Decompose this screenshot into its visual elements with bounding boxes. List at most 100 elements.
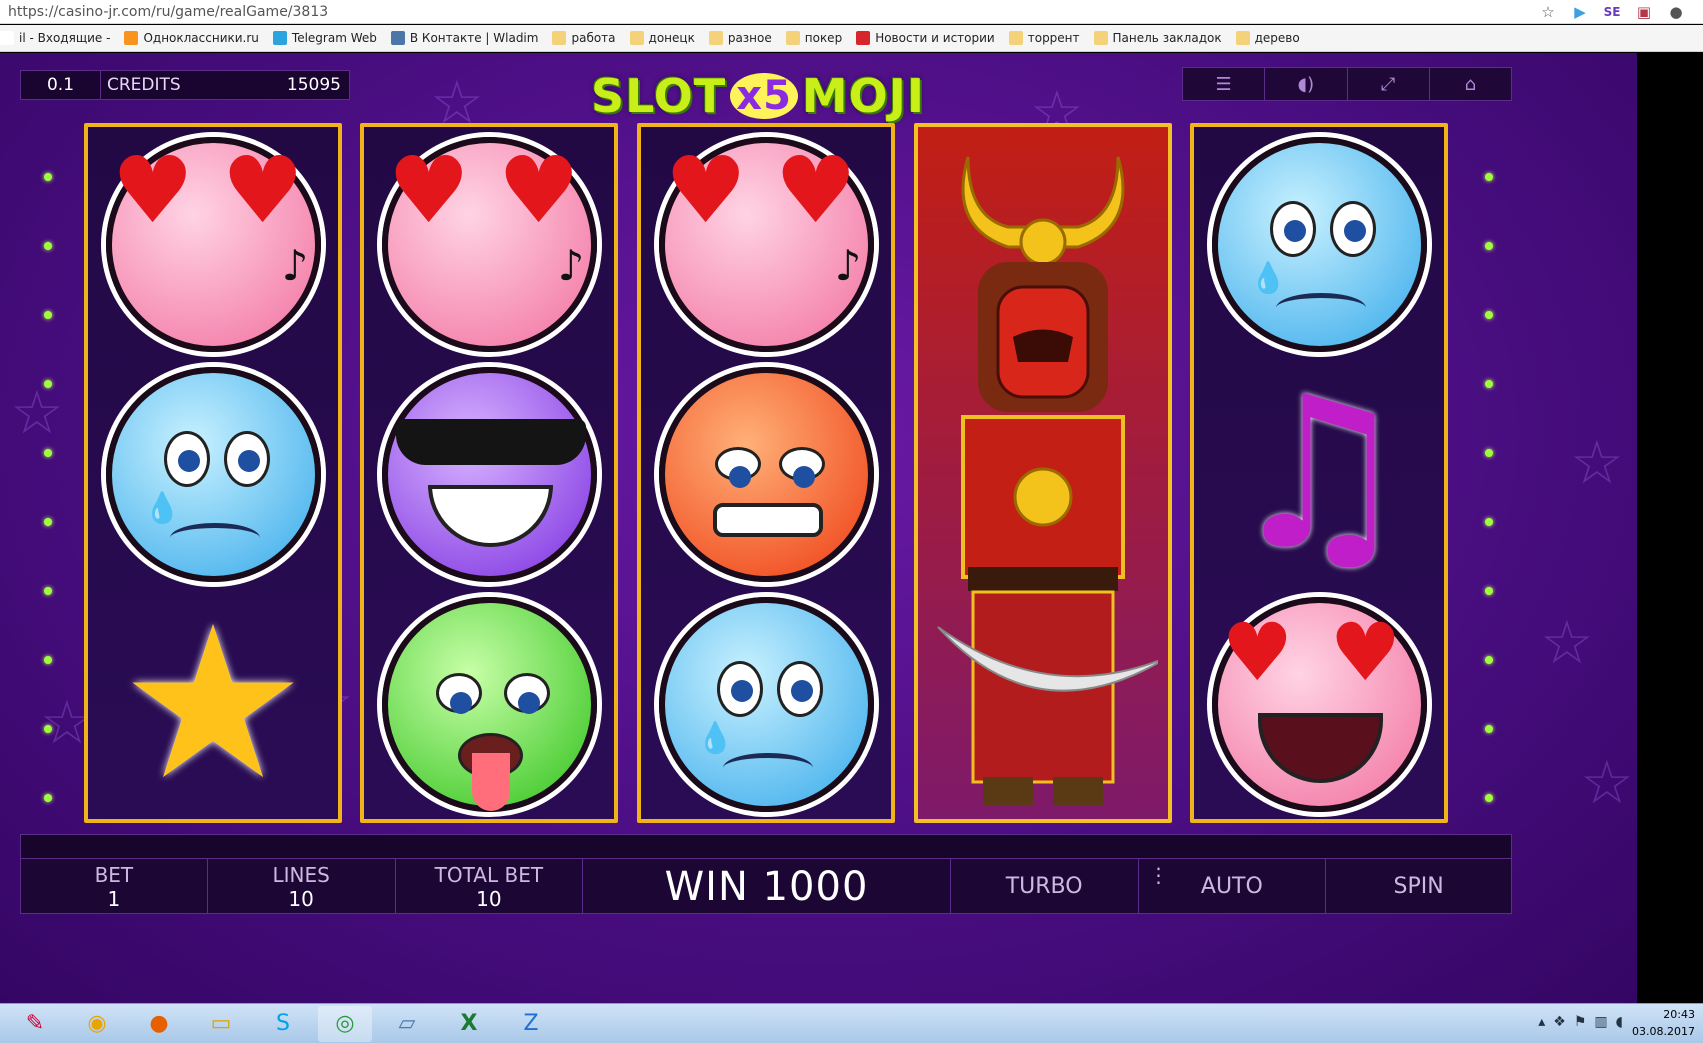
auto-button[interactable]: ⋮ AUTO <box>1139 859 1327 914</box>
bookmark-item[interactable]: Telegram Web <box>272 31 377 45</box>
payline-indicators-right <box>1485 173 1493 863</box>
payline-dot <box>1485 725 1493 733</box>
win-display: WIN 1000 <box>583 859 951 914</box>
profile-icon[interactable]: ● <box>1667 3 1685 21</box>
bookmark-item[interactable]: разное <box>708 31 772 45</box>
payline-dot <box>44 311 52 319</box>
bookmark-item[interactable]: Одноклассники.ru <box>124 31 259 45</box>
music-note-icon: ♪ <box>834 240 862 290</box>
screenshot-icon[interactable]: ▣ <box>1635 3 1653 21</box>
folder-icon <box>1093 31 1108 45</box>
payline-dot <box>1485 587 1493 595</box>
payline-dot <box>1485 656 1493 664</box>
heart-icon: ♥ <box>1221 605 1294 699</box>
lines-button[interactable]: LINES 10 <box>208 859 396 914</box>
fullscreen-button[interactable]: ⤢ <box>1348 68 1430 100</box>
bookmark-item[interactable]: работа <box>552 31 616 45</box>
folder-icon <box>629 31 644 45</box>
bookmark-item[interactable]: покер <box>785 31 842 45</box>
bookmark-item[interactable]: торрент <box>1008 31 1080 45</box>
telegram-icon <box>272 31 287 45</box>
tray-arrow-icon[interactable]: ▴ <box>1538 1014 1545 1030</box>
clock-time: 20:43 <box>1663 1008 1695 1021</box>
messenger-icon[interactable]: ◉ <box>70 1006 124 1042</box>
tear-icon: 💧 <box>143 490 181 526</box>
folder-icon <box>1235 31 1250 45</box>
bookmark-label: il - Входящие - <box>19 31 111 45</box>
turbo-button[interactable]: TURBO <box>951 859 1139 914</box>
logo-text-right: MOJI <box>801 69 926 123</box>
paint-icon[interactable]: ✎ <box>8 1006 62 1042</box>
logo-x5: x5 <box>730 73 798 119</box>
payline-dot <box>1485 518 1493 526</box>
bookmark-label: дерево <box>1254 31 1300 45</box>
folder-icon <box>1008 31 1023 45</box>
bookmark-item[interactable]: донецк <box>629 31 695 45</box>
volume-icon[interactable]: ◖ <box>1616 1014 1623 1030</box>
bookmark-item[interactable]: il - Входящие - <box>0 31 110 45</box>
bookmark-item[interactable]: дерево <box>1235 31 1300 45</box>
heart-icon: ♥ <box>497 136 580 244</box>
sad-face-symbol: 💧 <box>102 363 324 585</box>
firefox-icon[interactable]: ● <box>132 1006 186 1042</box>
payline-indicators-left <box>44 173 52 863</box>
bookmark-item[interactable]: Панель закладок <box>1093 31 1222 45</box>
bookmark-label: В Контакте | Wladim <box>409 31 539 45</box>
bookmark-item[interactable]: В Контакте | Wladim <box>390 31 539 45</box>
network-icon[interactable]: ▥ <box>1594 1014 1607 1030</box>
explorer-icon[interactable]: ▭ <box>194 1006 248 1042</box>
home-button[interactable]: ⌂ <box>1430 68 1511 100</box>
heart-icon: ♥ <box>221 136 304 244</box>
payline-dot <box>1485 794 1493 802</box>
url-text[interactable]: https://casino-jr.com/ru/game/realGame/3… <box>0 4 1539 20</box>
heart-icon: ♥ <box>664 136 747 244</box>
message-strip <box>21 835 1511 859</box>
spin-button[interactable]: SPIN <box>1326 859 1511 914</box>
chrome-icon[interactable]: ◎ <box>318 1005 372 1042</box>
game-area: ☆ ☆ ☆ ☆ ☆ ☆ ☆ ☆ 0.1 CREDITS 15095 SLOT x… <box>0 53 1637 1003</box>
top-controls: ☰ ◖) ⤢ ⌂ <box>1182 67 1512 101</box>
cool-face-symbol <box>378 363 600 585</box>
payline-dot <box>44 725 52 733</box>
coin-value: 0.1 <box>21 71 101 99</box>
bet-button[interactable]: BET 1 <box>21 859 208 914</box>
mail-icon <box>0 31 14 45</box>
star-icon: ★ <box>118 581 308 826</box>
clock-date: 03.08.2017 <box>1632 1025 1695 1038</box>
total-bet-value: 10 <box>476 886 502 911</box>
play-icon[interactable]: ▶ <box>1571 3 1589 21</box>
star-icon[interactable]: ☆ <box>1539 3 1557 21</box>
payline-dot <box>1485 242 1493 250</box>
bookmark-item[interactable]: Новости и истории <box>856 31 995 45</box>
love-face-symbol: ♥ ♥ ♪ <box>102 133 324 355</box>
music-note-symbol: ♫ <box>1208 363 1430 585</box>
address-bar[interactable]: https://casino-jr.com/ru/game/realGame/3… <box>0 0 1703 24</box>
news-icon <box>856 31 871 45</box>
skype-icon[interactable]: S <box>256 1006 310 1042</box>
extension-icon[interactable]: SE <box>1603 5 1621 19</box>
music-note-icon: ♪ <box>281 240 309 290</box>
heart-icon: ♥ <box>111 136 194 244</box>
bookmark-label: Новости и истории <box>875 31 995 45</box>
sad-face-symbol: 💧 <box>655 593 877 815</box>
game-logo: SLOT x5 MOJI <box>578 61 938 131</box>
auto-options-icon[interactable]: ⋮ <box>1149 865 1169 885</box>
payline-dot <box>44 449 52 457</box>
folder-icon <box>708 31 723 45</box>
bookmark-label: Telegram Web <box>291 31 377 45</box>
auto-label: AUTO <box>1200 873 1263 899</box>
sound-button[interactable]: ◖) <box>1265 68 1348 100</box>
love-face-symbol: ♥ ♥ ♪ <box>655 133 877 355</box>
menu-button[interactable]: ☰ <box>1183 68 1266 100</box>
app-icon[interactable]: Z <box>504 1006 558 1042</box>
bookmark-label: торрент <box>1027 31 1080 45</box>
music-note-icon: ♫ <box>1224 351 1414 596</box>
dropbox-icon[interactable]: ❖ <box>1553 1014 1566 1030</box>
page-margin <box>1637 53 1703 1003</box>
notepad-icon[interactable]: ▱ <box>380 1006 434 1042</box>
excel-icon[interactable]: X <box>442 1006 496 1042</box>
payline-dot <box>44 794 52 802</box>
clock[interactable]: 20:43 03.08.2017 <box>1632 1006 1695 1040</box>
flag-icon[interactable]: ⚑ <box>1574 1014 1587 1030</box>
folder-icon <box>552 31 567 45</box>
